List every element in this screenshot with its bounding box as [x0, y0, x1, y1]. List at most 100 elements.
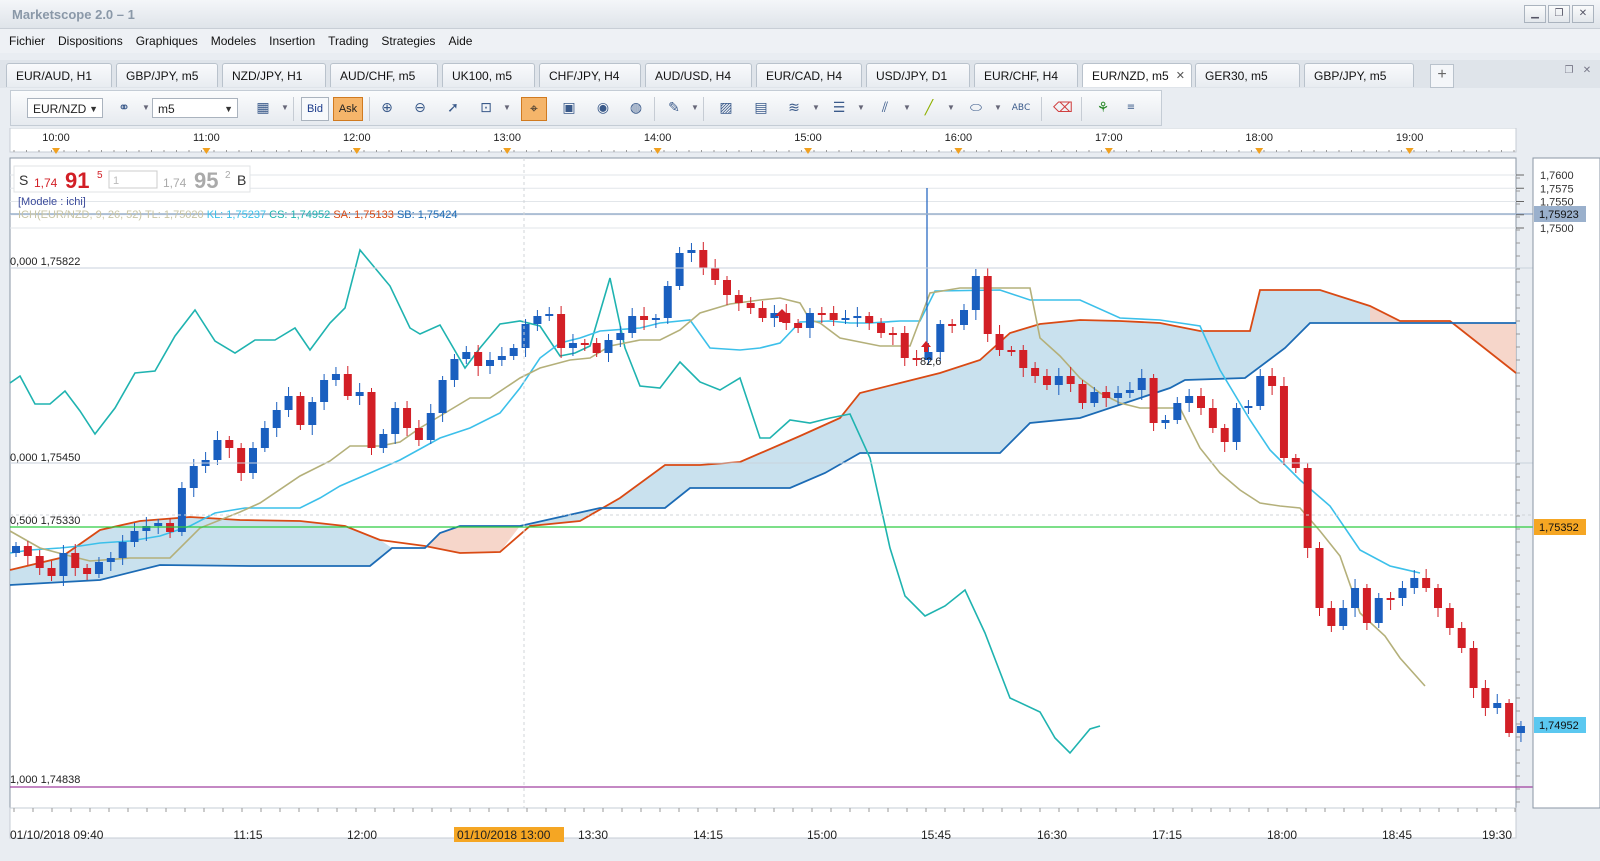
hierarchy-icon[interactable]: ⚘	[1091, 97, 1115, 119]
compare-icon[interactable]: ⚭	[112, 97, 136, 119]
chevron-down-icon[interactable]: ▼	[812, 97, 820, 119]
chevron-down-icon[interactable]: ▼	[691, 97, 699, 119]
chart-tab-uk100-m5[interactable]: UK100, m5	[442, 63, 535, 87]
candle-body	[568, 343, 577, 348]
candle-body	[379, 434, 388, 448]
candle-body	[734, 295, 743, 303]
chevron-down-icon[interactable]: ▼	[947, 97, 955, 119]
chart-tab-eur-chf-h4[interactable]: EUR/CHF, H4	[974, 63, 1078, 87]
menu-trading[interactable]: Trading	[328, 34, 368, 48]
candle-body	[580, 343, 589, 345]
chart-tab-eur-aud-h1[interactable]: EUR/AUD, H1	[6, 63, 112, 87]
candle-body	[888, 333, 897, 335]
lines-icon[interactable]: ☰	[827, 97, 851, 119]
bid-button[interactable]: Bid	[301, 97, 329, 121]
image-icon[interactable]: ▨	[714, 97, 738, 119]
tab-label: UK100, m5	[452, 69, 513, 83]
chevron-down-icon[interactable]: ▼	[503, 97, 511, 119]
menu-aide[interactable]: Aide	[448, 34, 472, 48]
price-chart[interactable]: 10:00 11:00 12:00 13:00 14:00 15:00 16:00 17:00…	[0, 127, 1600, 858]
bottom-time-label: 12:00	[347, 828, 377, 842]
chart-tab-ger30-m5[interactable]: GER30, m5	[1195, 63, 1300, 87]
chart-area[interactable]: 10:00 11:00 12:00 13:00 14:00 15:00 16:00 17:00…	[0, 127, 1600, 858]
price-label: 1,7500	[1540, 223, 1574, 235]
candle-body	[592, 343, 601, 353]
candle-body	[426, 413, 435, 440]
chevron-down-icon[interactable]: ▼	[994, 97, 1002, 119]
ellipse-icon[interactable]: ⬭	[964, 97, 988, 119]
chevron-down-icon[interactable]: ▼	[903, 97, 911, 119]
minimize-icon[interactable]: ▁	[1524, 5, 1546, 23]
eye-icon[interactable]: ◉	[591, 97, 615, 119]
screenshot-icon[interactable]: ▤	[749, 97, 773, 119]
bottom-time-label: 15:45	[921, 828, 951, 842]
close-chart-icon[interactable]: ✕	[1579, 64, 1595, 78]
eraser-icon[interactable]: ⌫	[1051, 97, 1075, 119]
globe-icon[interactable]: ◍	[624, 97, 648, 119]
menu-strategies[interactable]: Strategies	[381, 34, 435, 48]
tab-label: AUD/USD, H4	[655, 69, 732, 83]
candle-body	[1386, 598, 1395, 600]
ruler-icon[interactable]: ✎	[662, 97, 686, 119]
timeframe-select[interactable]: m5 ▼	[152, 98, 238, 118]
symbol-select[interactable]: EUR/NZD ▼	[27, 98, 103, 118]
candle-body	[1362, 588, 1371, 623]
sell-label: S	[19, 172, 28, 188]
candle-body	[829, 313, 838, 320]
zoom-area-icon[interactable]: ⊡	[474, 97, 498, 119]
restore-icon[interactable]: ❐	[1548, 5, 1570, 23]
chart-tab-chf-jpy-h4[interactable]: CHF/JPY, H4	[539, 63, 641, 87]
candle-body	[1042, 376, 1051, 385]
price-tag-label: 1,75923	[1539, 209, 1579, 221]
tab-label: CHF/JPY, H4	[549, 69, 620, 83]
menu-modeles[interactable]: Modeles	[211, 34, 256, 48]
bottom-time-label: 13:30	[578, 828, 608, 842]
chevron-down-icon[interactable]: ▼	[142, 97, 150, 119]
pencil-icon[interactable]: ╱	[917, 97, 941, 119]
chart-tab-aud-chf-m5[interactable]: AUD/CHF, m5	[330, 63, 438, 87]
menu-insertion[interactable]: Insertion	[269, 34, 315, 48]
fib-level-label: 1,000 1,74838	[10, 774, 80, 786]
buy-price-fraction: 2	[225, 170, 231, 181]
chart-tab-aud-usd-h4[interactable]: AUD/USD, H4	[645, 63, 752, 87]
crosshair-icon[interactable]: ⌖	[521, 97, 547, 121]
chevron-down-icon[interactable]: ▼	[281, 97, 289, 119]
text-icon[interactable]: ABC	[1009, 97, 1033, 119]
chart-type-icon[interactable]: ▦	[251, 97, 275, 119]
data-box-icon[interactable]: ▣	[557, 97, 581, 119]
toolbar-overflow-icon[interactable]: ≡	[1119, 97, 1143, 119]
add-tab-button[interactable]: +	[1430, 64, 1454, 88]
candle-body	[1505, 703, 1514, 733]
chart-tab-nzd-jpy-h1[interactable]: NZD/JPY, H1	[222, 63, 326, 87]
sell-price-prefix: 1,74	[34, 176, 58, 190]
cursor-icon[interactable]: ➚	[441, 97, 465, 119]
candle-body	[1232, 408, 1241, 442]
menu-dispositions[interactable]: Dispositions	[58, 34, 123, 48]
price-axis[interactable]	[1532, 157, 1600, 809]
menu-graphiques[interactable]: Graphiques	[136, 34, 198, 48]
chart-tab-gbp-jpy-m5[interactable]: GBP/JPY, m5	[116, 63, 218, 87]
restore-chart-icon[interactable]: ❐	[1561, 64, 1577, 78]
candle-body	[1125, 390, 1134, 393]
candle-body	[1066, 376, 1075, 384]
chart-tab-eur-nzd-m5[interactable]: EUR/NZD, m5 ✕	[1082, 63, 1192, 87]
fibonacci-icon[interactable]: ≋	[782, 97, 806, 119]
zoom-in-icon[interactable]: ⊕	[375, 97, 399, 119]
zoom-out-icon[interactable]: ⊖	[408, 97, 432, 119]
channel-icon[interactable]: ⫽	[873, 97, 897, 119]
chart-tab-gbp-jpy-m5[interactable]: GBP/JPY, m5	[1304, 63, 1414, 87]
candle-body	[1208, 408, 1217, 428]
chart-tab-usd-jpy-d1[interactable]: USD/JPY, D1	[866, 63, 970, 87]
candle-body	[1268, 376, 1277, 386]
candle-body	[995, 334, 1004, 350]
menu-fichier[interactable]: Fichier	[9, 34, 45, 48]
ask-button[interactable]: Ask	[333, 97, 363, 121]
chevron-down-icon[interactable]: ▼	[857, 97, 865, 119]
candle-body	[1327, 608, 1336, 626]
bottom-time-label: 19:30	[1482, 828, 1512, 842]
close-icon[interactable]: ✕	[1572, 5, 1594, 23]
close-tab-icon[interactable]: ✕	[1176, 64, 1185, 88]
chart-tab-eur-cad-h4[interactable]: EUR/CAD, H4	[756, 63, 862, 87]
candle-body	[1256, 376, 1265, 406]
candle-body	[1422, 578, 1431, 588]
